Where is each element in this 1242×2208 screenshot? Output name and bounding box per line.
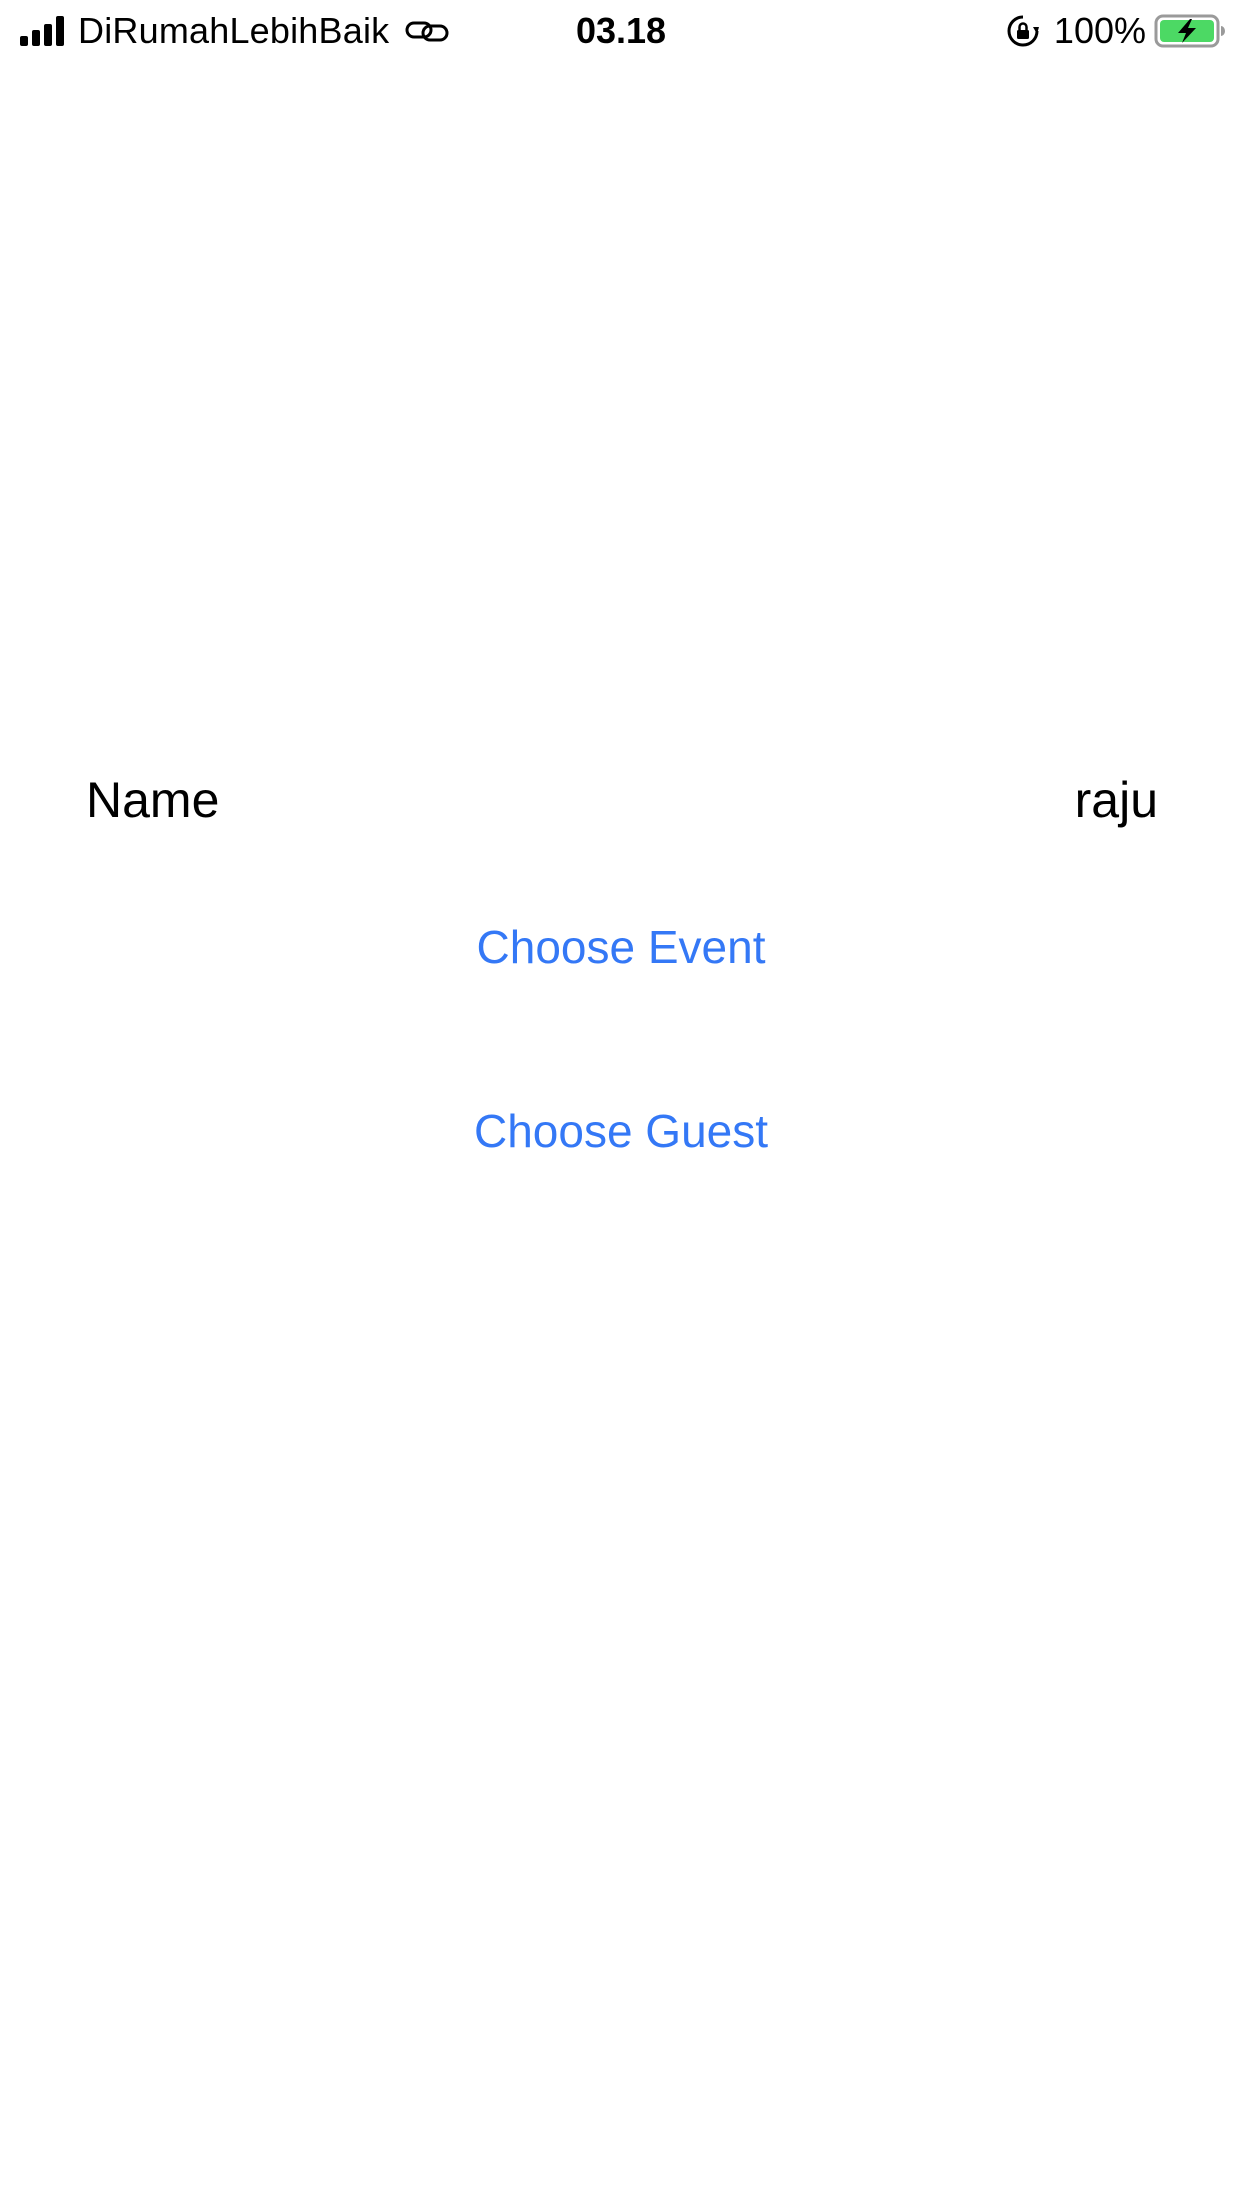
orientation-lock-icon: [1006, 14, 1040, 48]
choose-event-button[interactable]: Choose Event: [0, 912, 1242, 982]
name-label: Name: [86, 772, 220, 828]
status-right: 100%: [1006, 10, 1228, 52]
link-icon: [405, 17, 449, 45]
status-left: DiRumahLebihBaik: [20, 10, 449, 52]
status-bar: DiRumahLebihBaik 03.18 100%: [0, 0, 1242, 62]
choose-guest-button[interactable]: Choose Guest: [0, 1096, 1242, 1166]
carrier-name: DiRumahLebihBaik: [78, 10, 390, 51]
signal-icon: [20, 16, 64, 46]
name-value: raju: [1074, 772, 1158, 828]
battery-charging-icon: [1154, 14, 1228, 48]
battery-percentage: 100%: [1053, 10, 1146, 51]
name-row: Name raju: [86, 770, 1158, 830]
